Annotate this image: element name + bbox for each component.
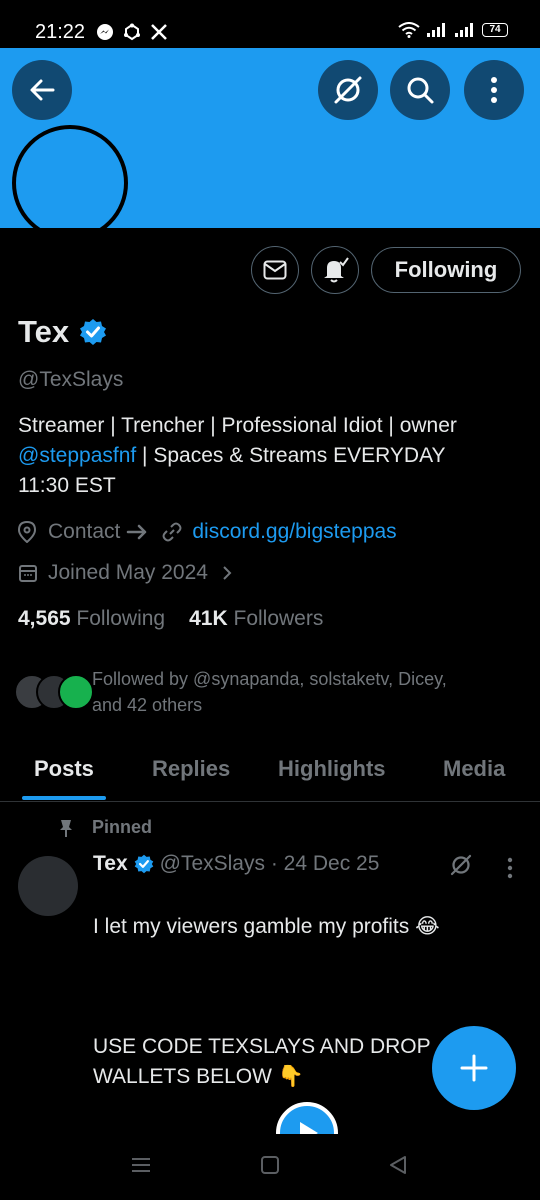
back-button[interactable] [12, 60, 72, 120]
bio-line-1: Streamer | Trencher | Professional Idiot… [18, 414, 457, 437]
more-vertical-icon [491, 77, 497, 103]
tab-posts[interactable]: Posts [34, 756, 94, 782]
verified-badge-icon [134, 854, 153, 874]
tab-highlights[interactable]: Highlights [278, 756, 386, 782]
search-button[interactable] [390, 60, 450, 120]
tab-replies[interactable]: Replies [152, 756, 230, 782]
following-button[interactable]: Following [371, 247, 521, 293]
followed-by-line-1: Followed by @synapanda, solstaketv, Dice… [92, 669, 447, 689]
followed-by-line-2: and 42 others [92, 695, 203, 715]
plus-icon [460, 1054, 488, 1082]
search-icon [407, 77, 434, 104]
active-tab-indicator [22, 796, 106, 800]
following-label: Following [76, 607, 166, 630]
wifi-icon [398, 22, 420, 38]
followers-count-link[interactable]: 41K Followers [189, 607, 323, 631]
battery-icon: 74 [482, 23, 508, 37]
grok-icon[interactable] [449, 853, 473, 877]
following-count-link[interactable]: 4,565 Following [18, 607, 165, 631]
name-row: Tex [18, 314, 107, 350]
bio-line-2: @steppasfnf | Spaces & Streams EVERYDAY [18, 441, 518, 471]
profile-bio: Streamer | Trencher | Professional Idiot… [18, 411, 518, 501]
message-button[interactable] [251, 246, 299, 294]
followers-count: 41K [189, 607, 228, 630]
contact-link[interactable]: Contact [48, 520, 120, 544]
pinned-indicator: Pinned [56, 817, 152, 838]
post-handle-date: @TexSlays · 24 Dec 25 [159, 852, 380, 875]
signal-icon [455, 23, 473, 37]
following-count: 4,565 [18, 607, 71, 630]
bio-mention-link[interactable]: @steppasfnf [18, 444, 136, 467]
compose-fab[interactable] [432, 1026, 516, 1110]
post-text-line-1: I let my viewers gamble my profits 😂 [93, 915, 440, 938]
joined-date: Joined May 2024 [48, 561, 208, 584]
pinned-label: Pinned [92, 817, 153, 837]
avatar[interactable] [12, 125, 128, 241]
profile-handle: @TexSlays [18, 368, 124, 391]
bio-text: | Spaces & Streams EVERYDAY [136, 444, 446, 467]
link-icon [162, 522, 182, 542]
signal-icon [427, 23, 445, 37]
follow-counts: 4,565 Following 41K Followers [18, 607, 323, 631]
chevron-right-icon [223, 566, 232, 580]
verified-badge-icon[interactable] [79, 318, 107, 346]
post-header: Tex @TexSlays · 24 Dec 25 [93, 852, 379, 876]
bell-check-icon [324, 257, 349, 283]
arrow-right-icon [127, 524, 147, 540]
messenger-icon [97, 24, 113, 40]
post-more-icon[interactable] [506, 857, 514, 879]
status-icons-right: 74 [398, 22, 508, 38]
x-logo-icon [151, 24, 167, 40]
calendar-icon [19, 565, 37, 582]
mail-icon [263, 260, 287, 280]
location-pin-icon [18, 521, 36, 543]
follower-avatar [58, 674, 94, 710]
followed-by[interactable]: Followed by @synapanda, solstaketv, Dice… [14, 666, 524, 722]
website-link[interactable]: discord.gg/bigsteppas [192, 520, 396, 544]
status-time: 21:22 [35, 21, 86, 43]
back-icon[interactable] [387, 1154, 409, 1176]
status-icons-left [96, 23, 168, 41]
bio-line-3: 11:30 EST [18, 474, 116, 497]
recents-icon[interactable] [130, 1154, 152, 1176]
home-icon[interactable] [259, 1154, 281, 1176]
followers-label: Followers [233, 607, 324, 630]
status-bar: 21:22 74 [0, 0, 540, 48]
system-nav-bar [0, 1134, 540, 1200]
arrow-left-icon [30, 79, 55, 101]
profile-tabs: Posts Replies Highlights Media [0, 740, 540, 802]
more-button[interactable] [464, 60, 524, 120]
pin-icon [60, 819, 72, 837]
post-avatar[interactable] [18, 856, 78, 916]
joined-row[interactable]: Joined May 2024 [18, 561, 234, 585]
display-name: Tex [18, 314, 70, 349]
profile-meta-links: Contact discord.gg/bigsteppas [18, 520, 397, 544]
notifications-button[interactable] [311, 246, 359, 294]
tab-media[interactable]: Media [443, 756, 505, 782]
followed-by-text: Followed by @synapanda, solstaketv, Dice… [92, 666, 512, 718]
post-author[interactable]: Tex [93, 852, 128, 876]
grok-button[interactable] [318, 60, 378, 120]
grok-icon [334, 76, 362, 104]
sync-icon [124, 23, 140, 41]
